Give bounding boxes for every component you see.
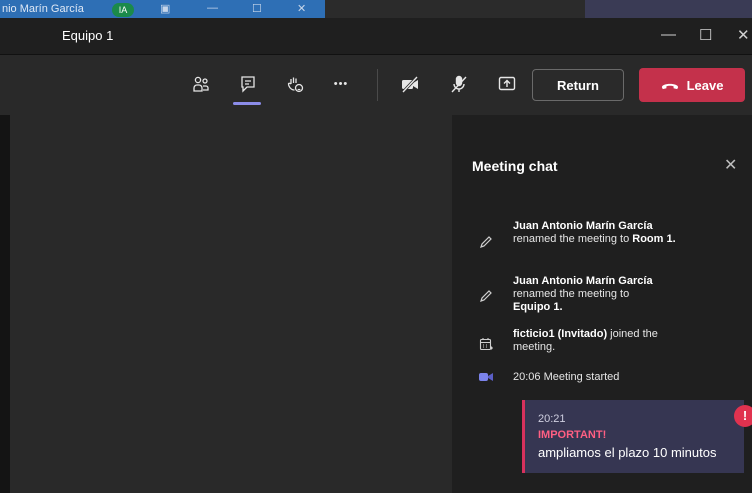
minimize-button[interactable]: — [661,26,676,43]
close-icon[interactable]: ✕ [297,2,306,15]
window-icon[interactable]: ▣ [160,2,170,15]
phone-hangup-icon [661,83,678,89]
meeting-camera-icon [478,369,494,385]
avatar: IA [112,3,134,17]
message-importance: IMPORTANT! [538,429,607,441]
leave-label: Leave [686,77,724,93]
taskbar-active-window[interactable]: nio Marín García IA ▣ — ☐ ✕ [0,0,325,18]
meeting-toolbar: ••• Return Leave [0,55,752,115]
title-bar: Equipo 1 — ☐ ✕ [0,18,752,55]
chat-event: Juan Antonio Marín García renamed the me… [513,220,688,246]
toolbar-separator [377,69,378,101]
event-text: renamed the meeting to [513,288,630,300]
people-icon[interactable] [186,69,216,99]
leave-button[interactable]: Leave [639,68,745,102]
chat-title: Meeting chat [472,158,558,174]
chat-event: 20:06 Meeting started [513,371,620,383]
event-text: renamed the meeting to [513,233,633,245]
message-time: 20:21 [538,413,566,425]
chat-event: ficticio1 (Invitado) joined the meeting. [513,328,673,354]
return-button[interactable]: Return [532,69,624,101]
event-target: Room 1. [632,233,676,245]
pencil-icon [478,234,494,250]
maximize-button[interactable]: ☐ [699,26,712,44]
important-message[interactable]: 20:21 IMPORTANT! ampliamos el plazo 10 m… [522,400,744,473]
camera-off-icon[interactable] [395,69,425,99]
taskbar-user-name: nio Marín García [2,3,84,15]
chat-icon[interactable] [233,69,263,99]
raise-hand-icon[interactable] [280,69,310,99]
pencil-icon [478,288,494,304]
event-target: Equipo 1. [513,301,563,313]
more-icon[interactable]: ••• [326,69,356,99]
mic-off-icon[interactable] [444,69,474,99]
close-button[interactable]: ✕ [737,26,750,44]
taskbar-other-window[interactable] [585,0,752,18]
maximize-icon[interactable]: ☐ [252,2,262,15]
event-actor: Juan Antonio Marín García [513,220,653,232]
meeting-chat-panel: Meeting chat ✕ Juan Antonio Marín García… [452,115,752,493]
chat-event: Juan Antonio Marín García renamed the me… [513,275,663,314]
event-actor: ficticio1 (Invitado) [513,328,608,340]
message-text: ampliamos el plazo 10 minutos [538,445,717,460]
left-edge [0,115,10,493]
meeting-stage [10,115,452,493]
calendar-icon [478,336,494,352]
share-screen-icon[interactable] [492,69,522,99]
chat-close-icon[interactable]: ✕ [724,155,737,175]
minimize-icon[interactable]: — [207,2,218,14]
active-tab-indicator [233,102,261,105]
window-title: Equipo 1 [62,28,114,43]
taskbar: nio Marín García IA ▣ — ☐ ✕ [0,0,752,18]
exclamation-icon: ! [734,405,752,427]
event-actor: Juan Antonio Marín García [513,275,653,287]
